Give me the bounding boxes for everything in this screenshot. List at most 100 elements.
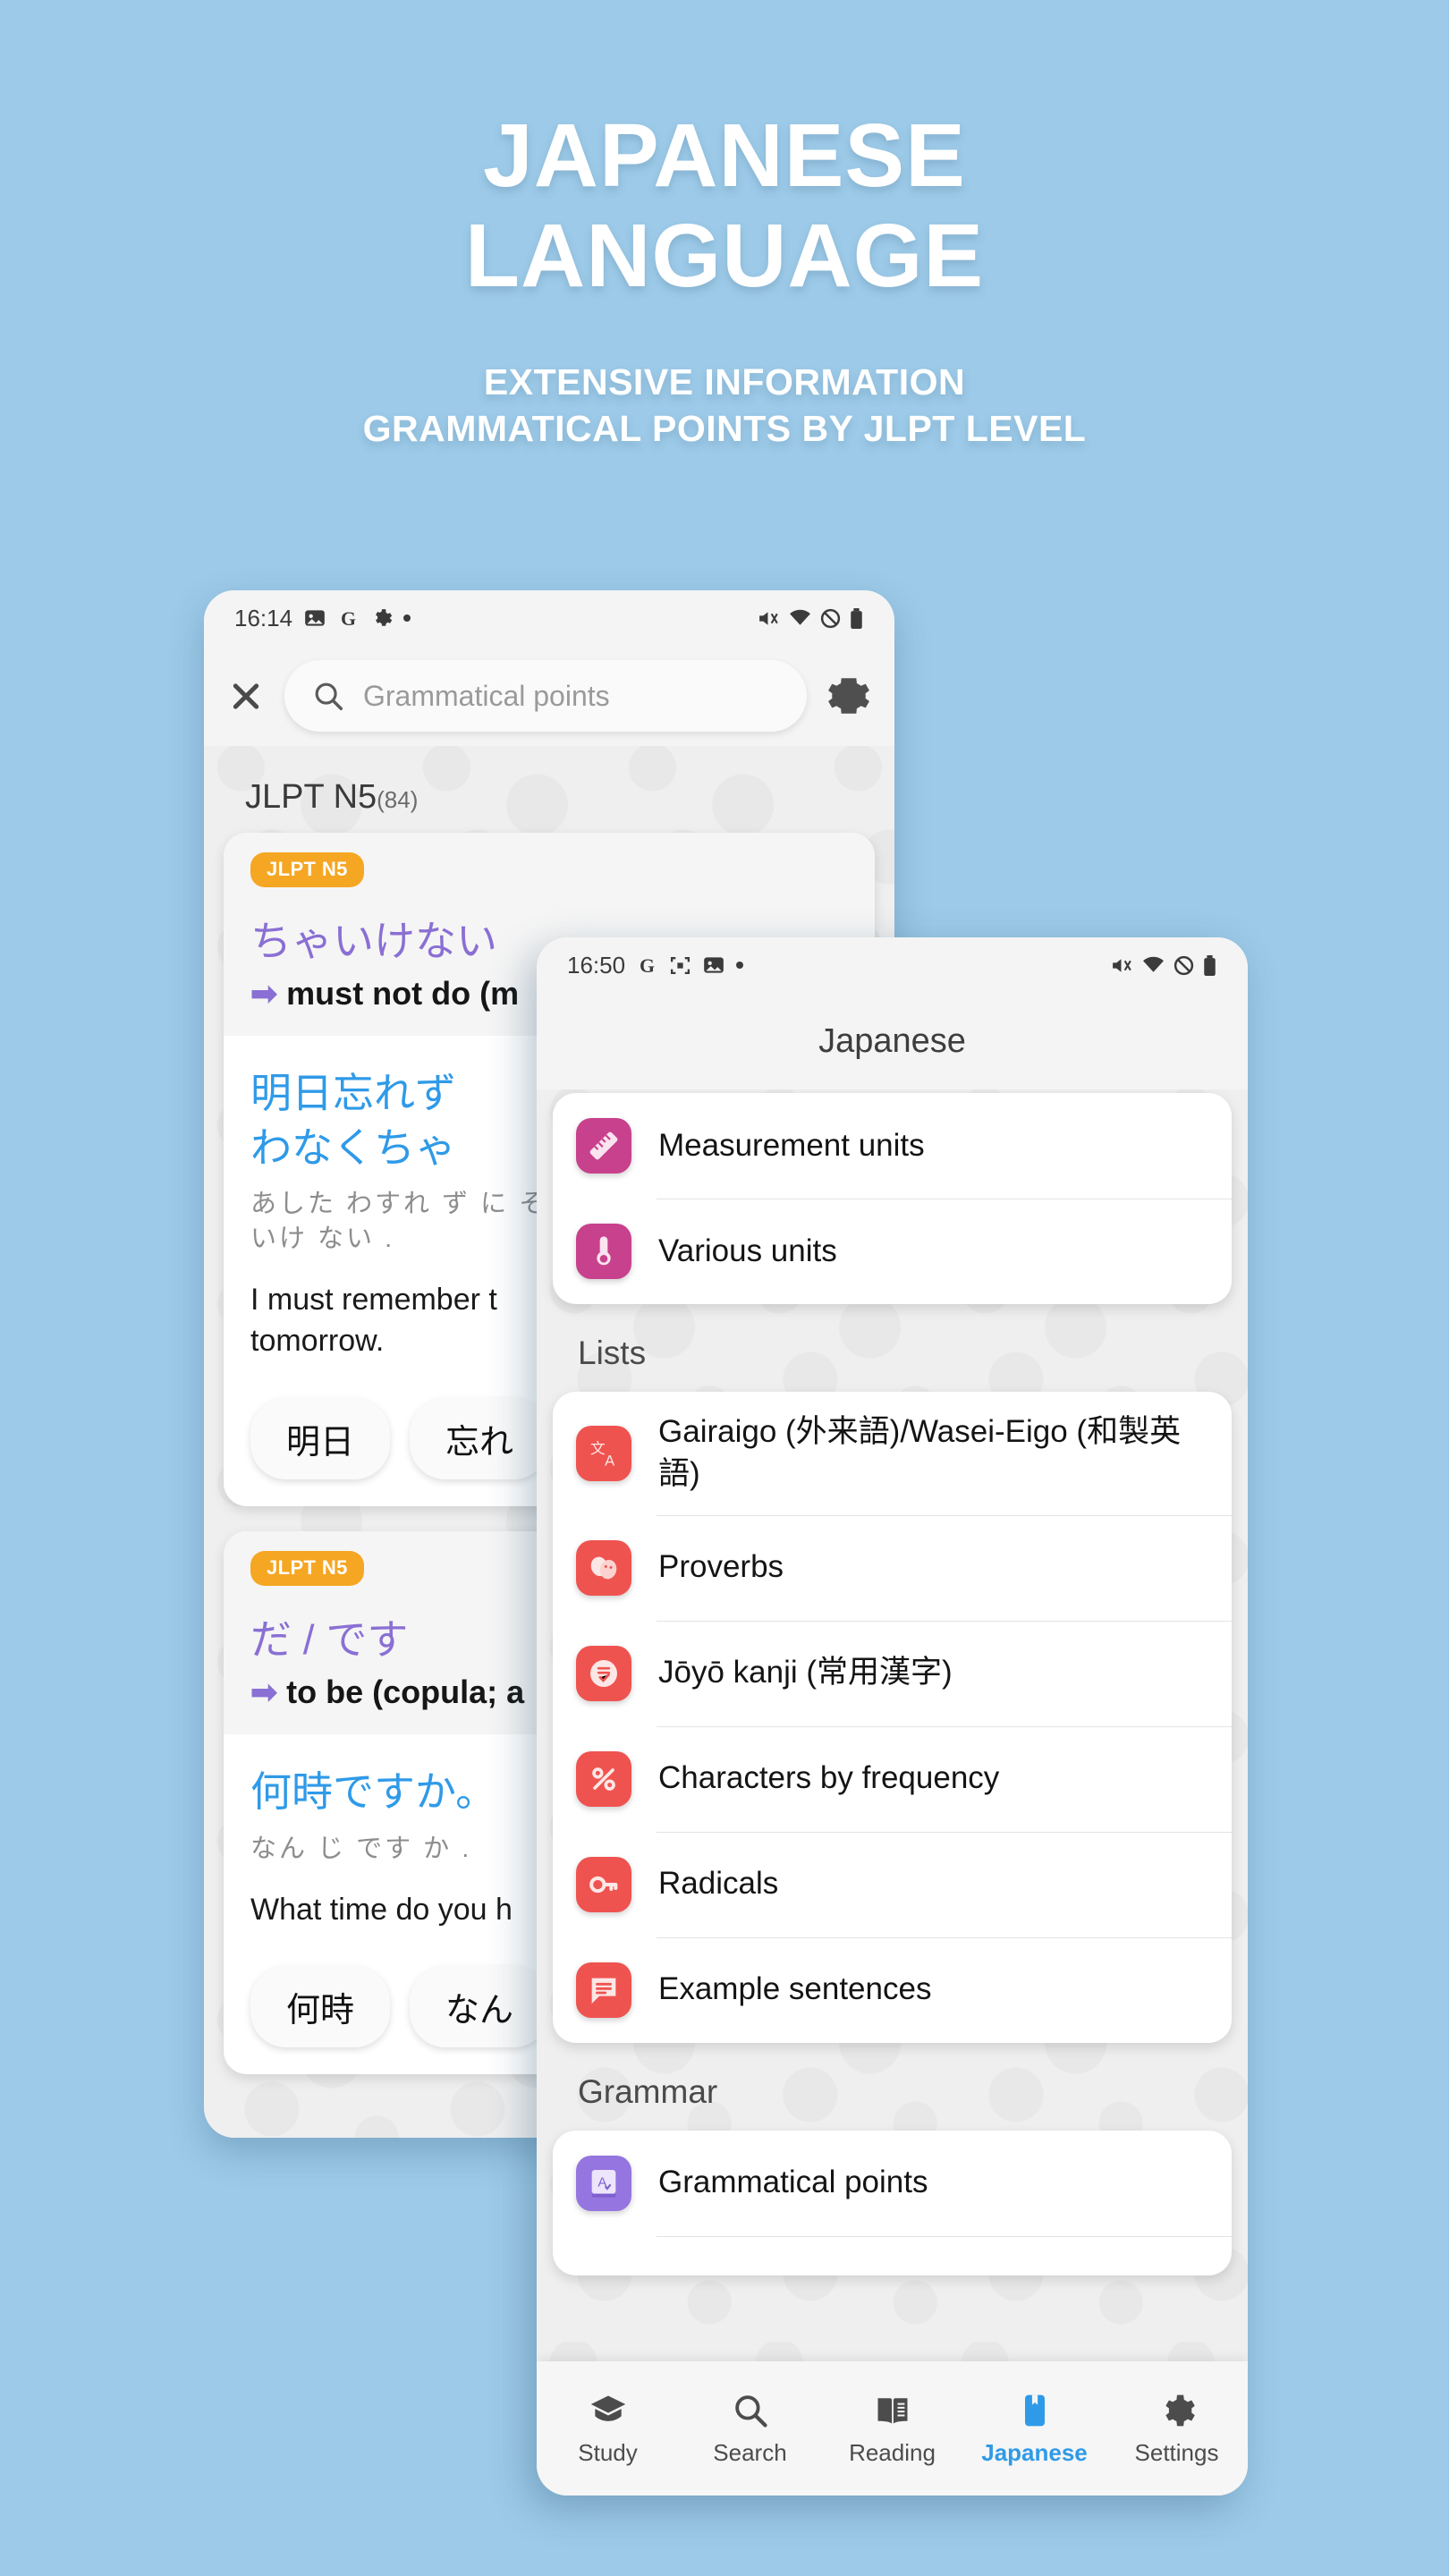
photo-icon [702,953,725,977]
section-count: (84) [377,786,419,813]
grammar-card-menu: A Grammatical points [553,2130,1232,2275]
arrow-icon: ➡ [250,1673,278,1710]
battery-icon [849,607,864,630]
scan-icon [669,954,691,977]
list-item-label: Various units [658,1233,837,1268]
dot-icon [736,962,744,969]
grammar-meaning-text: to be (copula; a [286,1673,525,1710]
svg-text:G: G [640,954,655,976]
book-a-icon: A [576,2155,631,2211]
status-bar-phone1: 16:14 G [204,590,894,646]
list-item[interactable]: 文A Gairaigo (外来語)/Wasei-Eigo (和製英語) [553,1392,1232,1515]
list-item-label: Example sentences [658,1971,932,2007]
section-header-lists: Lists [578,1335,647,1371]
nav-item-reading[interactable]: Reading [821,2391,963,2467]
bottom-navigation: Study Search Reading Japanese Settings [537,2361,1248,2496]
svg-text:G: G [341,607,356,629]
photo-icon [303,606,326,630]
word-chip[interactable]: 忘れ [410,1397,550,1479]
search-icon [311,679,345,713]
dnd-icon [1173,954,1195,977]
battery-icon [1202,954,1217,977]
arrow-icon: ➡ [250,975,278,1012]
gear-icon [1157,2391,1197,2430]
list-item-partial[interactable] [553,2235,1232,2275]
nav-label: Study [578,2438,638,2466]
translate-icon: 文A [576,1425,631,1481]
promo-header: JAPANESE LANGUAGE EXTENSIVE INFORMATION … [0,0,1449,452]
search-input[interactable]: Grammatical points [284,660,807,732]
masks-icon [576,1539,631,1596]
section-title-text: JLPT N5 [245,778,377,816]
japanese-menu-body: Measurement units Various units Lists 文A… [537,1089,1248,2496]
list-item[interactable]: Jōyō kanji (常用漢字) [553,1620,1232,1726]
gear-icon[interactable] [826,674,871,718]
dnd-icon [819,607,842,630]
close-icon[interactable] [227,677,265,715]
nav-item-settings[interactable]: Settings [1106,2391,1248,2467]
percent-icon [576,1750,631,1807]
status-time: 16:50 [567,951,626,979]
list-item-label: Jōyō kanji (常用漢字) [658,1655,953,1690]
promo-title: JAPANESE LANGUAGE [0,0,1449,306]
google-icon: G [636,954,658,977]
open-book-icon [873,2391,912,2430]
phone-screenshot-japanese-menu: 16:50 G Japanese Measurement units Vario… [537,937,1248,2496]
promo-subtitle: EXTENSIVE INFORMATION GRAMMATICAL POINTS… [0,306,1449,452]
gear-icon [370,607,393,630]
nav-item-japanese[interactable]: Japanese [963,2391,1106,2467]
word-chip[interactable]: 何時 [250,1966,391,2048]
status-badge: JLPT N5 [250,852,364,887]
nav-label: Search [713,2438,787,2466]
dot-icon [403,614,411,622]
mute-icon [757,607,781,630]
list-item[interactable]: Example sentences [553,1936,1232,2043]
list-item[interactable]: Characters by frequency [553,1725,1232,1832]
promo-subtitle-line2: GRAMMATICAL POINTS BY JLPT LEVEL [362,407,1087,449]
search-icon [731,2391,770,2430]
section-header-grammar: Grammar [578,2072,718,2110]
lists-card: 文A Gairaigo (外来語)/Wasei-Eigo (和製英語) Prov… [553,1392,1232,2043]
status-bar-phone2: 16:50 G [537,937,1248,993]
list-item[interactable]: Radicals [553,1831,1232,1937]
nav-label: Japanese [981,2438,1088,2466]
nav-label: Reading [849,2438,936,2466]
list-item[interactable]: A Grammatical points [553,2131,1232,2236]
svg-text:文: 文 [590,1440,606,1457]
page-title: Japanese [818,1021,966,1060]
graduation-cap-icon [589,2391,628,2430]
app-bar-title-row: Japanese [537,993,1248,1089]
nav-item-search[interactable]: Search [679,2391,821,2467]
promo-title-line1: JAPANESE [483,106,966,206]
status-time: 16:14 [234,604,293,631]
google-icon: G [337,607,360,630]
promo-subtitle-line1: EXTENSIVE INFORMATION [483,361,966,402]
grammar-meaning-text: must not do (m [286,975,520,1012]
wifi-icon [788,607,812,630]
word-chip[interactable]: 明日 [250,1397,391,1479]
search-app-bar: Grammatical points [204,646,894,746]
word-chip[interactable]: なん [410,1966,550,2048]
list-item[interactable]: Proverbs [553,1514,1232,1621]
status-badge: JLPT N5 [250,1550,364,1586]
nav-label: Settings [1134,2438,1219,2466]
list-item[interactable]: Various units [553,1199,1232,1304]
nav-item-study[interactable]: Study [537,2391,679,2467]
thermometer-icon [576,1224,631,1279]
chat-lines-icon [576,1962,631,2018]
section-title-jlpt-n5: JLPT N5(84) [204,746,894,833]
list-item-label: Radicals [658,1866,779,1902]
bookmark-icon [1015,2391,1055,2430]
mute-icon [1110,954,1134,977]
units-card: Measurement units Various units [553,1093,1232,1304]
key-icon [576,1856,631,1912]
list-item-label: Characters by frequency [658,1760,1000,1796]
document-check-icon [576,1645,631,1701]
svg-text:A: A [605,1452,615,1469]
search-placeholder: Grammatical points [363,679,610,712]
list-item-label: Measurement units [658,1127,925,1163]
list-item[interactable]: Measurement units [553,1093,1232,1199]
ruler-icon [576,1118,631,1174]
list-item-label: Proverbs [658,1549,784,1585]
list-item-label: Grammatical points [658,2165,928,2200]
